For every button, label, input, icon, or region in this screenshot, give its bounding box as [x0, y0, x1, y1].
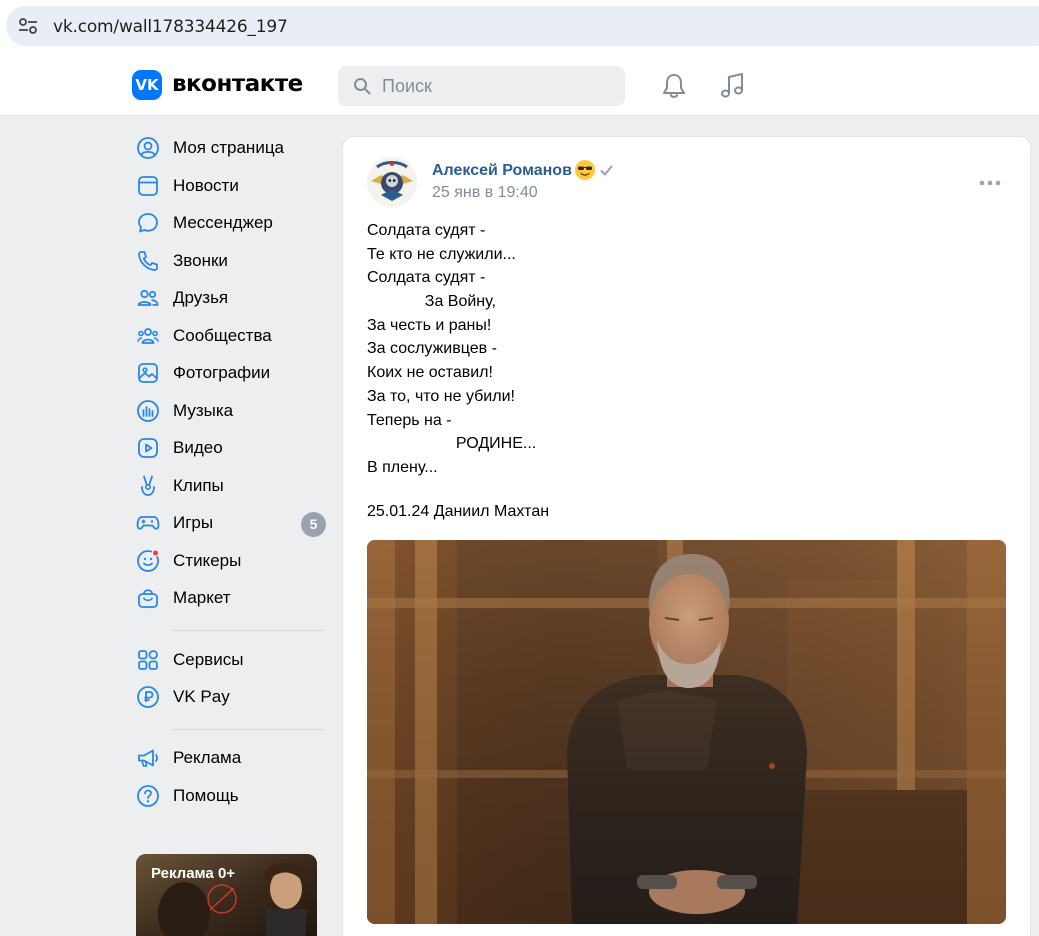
sidebar-item-label: Маркет: [173, 588, 231, 607]
post-author-link[interactable]: Алексей Романов: [432, 162, 572, 180]
sidebar-item-messenger[interactable]: Мессенджер: [136, 205, 326, 239]
sidebar-item-photos[interactable]: Фотографии: [136, 355, 326, 389]
phone-icon: [138, 251, 158, 271]
sidebar-item-label: Реклама: [173, 748, 242, 767]
post-text-line: В плену...: [367, 458, 438, 476]
address-bar[interactable]: vk.com/wall178334426_197: [6, 6, 1039, 46]
bell-icon[interactable]: [661, 72, 687, 100]
message-icon: [138, 213, 158, 233]
sidebar-item-ads[interactable]: Реклама: [136, 740, 326, 774]
sidebar-item-stickers[interactable]: Стикеры: [136, 543, 326, 577]
sidebar-item-label: Стикеры: [173, 551, 242, 570]
post-text-line: Теперь на -: [367, 411, 452, 429]
post-signature: 25.01.24 Даниил Махтан: [367, 503, 550, 520]
megaphone-icon: [138, 749, 159, 767]
post-text-line: Те кто не служили...: [367, 245, 516, 263]
avatar-emblem-icon: [367, 157, 417, 207]
sidebar-item-label: Новости: [173, 176, 239, 195]
ad-label: Реклама 0+: [151, 865, 236, 882]
sidebar-item-news[interactable]: Новости: [136, 168, 326, 202]
sidebar-item-label: Клипы: [173, 476, 224, 495]
vk-header: VK вконтакте: [0, 56, 1039, 116]
sidebar-item-label: Видео: [173, 438, 223, 457]
music-note-icon[interactable]: [719, 72, 747, 100]
friends-icon: [137, 289, 159, 306]
ruble-icon: [137, 686, 159, 708]
sidebar-item-label: Музыка: [173, 401, 234, 420]
vk-logo-icon[interactable]: VK: [132, 70, 162, 100]
clips-icon: [141, 475, 155, 496]
post-text-line: Солдата судят -: [367, 222, 486, 239]
post-text-line: За то, что не убили!: [367, 387, 515, 405]
services-grid-icon: [138, 650, 158, 670]
sidebar-item-services[interactable]: Сервисы: [136, 642, 326, 676]
search-input[interactable]: [382, 66, 612, 106]
vk-brand-text[interactable]: вконтакте: [172, 71, 303, 97]
post-text-line: За сослуживцев -: [367, 340, 497, 358]
sidebar-item-market[interactable]: Маркет: [136, 580, 326, 614]
post-text: Солдата судят - Те кто не служили... Сол…: [367, 219, 1007, 480]
cool-emoji-icon: [575, 160, 595, 180]
sidebar-item-games[interactable]: Игры 5: [136, 505, 326, 539]
sidebar-item-my-page[interactable]: Моя страница: [136, 130, 326, 164]
post-photo-image: [367, 540, 1006, 924]
sticker-icon: [137, 549, 160, 572]
sidebar-item-music[interactable]: Музыка: [136, 393, 326, 427]
sidebar-divider: [173, 729, 324, 730]
sidebar-item-label: Моя страница: [173, 138, 285, 157]
author-avatar[interactable]: [367, 157, 417, 207]
video-icon: [138, 438, 158, 458]
gamepad-icon: [136, 516, 160, 530]
browser-toolbar: vk.com/wall178334426_197: [0, 0, 1039, 56]
sidebar-item-label: Мессенджер: [173, 213, 273, 232]
sidebar-ad-card[interactable]: Реклама 0+: [136, 854, 317, 936]
sidebar-item-label: Сообщества: [173, 326, 272, 345]
post-date[interactable]: 25 янв в 19:40: [432, 184, 538, 202]
wall-post: Алексей Романов 25 янв в 19:40 Солдата с…: [342, 136, 1031, 936]
post-text-line: Солдата судят -: [367, 269, 486, 287]
sidebar-item-communities[interactable]: Сообщества: [136, 318, 326, 352]
url-text[interactable]: vk.com/wall178334426_197: [53, 17, 288, 37]
sidebar-item-label: Сервисы: [173, 650, 244, 669]
sidebar-divider: [173, 630, 324, 631]
sidebar-item-label: VK Pay: [173, 687, 230, 706]
search-box[interactable]: [338, 66, 625, 106]
post-text-line: За Войну,: [367, 293, 496, 311]
communities-icon: [137, 328, 159, 344]
post-text-line: За честь и раны!: [367, 316, 492, 334]
site-settings-icon[interactable]: [18, 17, 38, 35]
sidebar-item-label: Звонки: [173, 251, 228, 270]
photo-icon: [138, 363, 158, 383]
sidebar-item-help[interactable]: Помощь: [136, 778, 326, 812]
sidebar-item-label: Игры: [173, 513, 214, 532]
sidebar-item-label: Друзья: [173, 288, 229, 307]
sidebar-item-clips[interactable]: Клипы: [136, 468, 326, 502]
sidebar-item-vk-pay[interactable]: VK Pay: [136, 679, 326, 713]
market-bag-icon: [138, 589, 158, 608]
news-icon: [138, 176, 158, 196]
sidebar-item-calls[interactable]: Звонки: [136, 243, 326, 277]
sidebar-item-label: Фотографии: [173, 363, 271, 382]
post-text-line: Коих не оставил!: [367, 364, 493, 382]
search-icon: [354, 78, 371, 95]
help-icon: [137, 785, 159, 807]
user-circle-icon: [137, 137, 159, 159]
post-photo[interactable]: [367, 540, 1006, 924]
music-wave-icon: [137, 400, 159, 422]
more-options-icon[interactable]: [979, 179, 1001, 187]
sidebar-item-label: Помощь: [173, 786, 239, 805]
verified-check-icon: [600, 165, 613, 176]
sidebar-item-friends[interactable]: Друзья: [136, 280, 326, 314]
sidebar-item-video[interactable]: Видео: [136, 430, 326, 464]
post-text-line: РОДИНЕ...: [367, 435, 537, 453]
games-counter-badge: 5: [301, 512, 326, 537]
